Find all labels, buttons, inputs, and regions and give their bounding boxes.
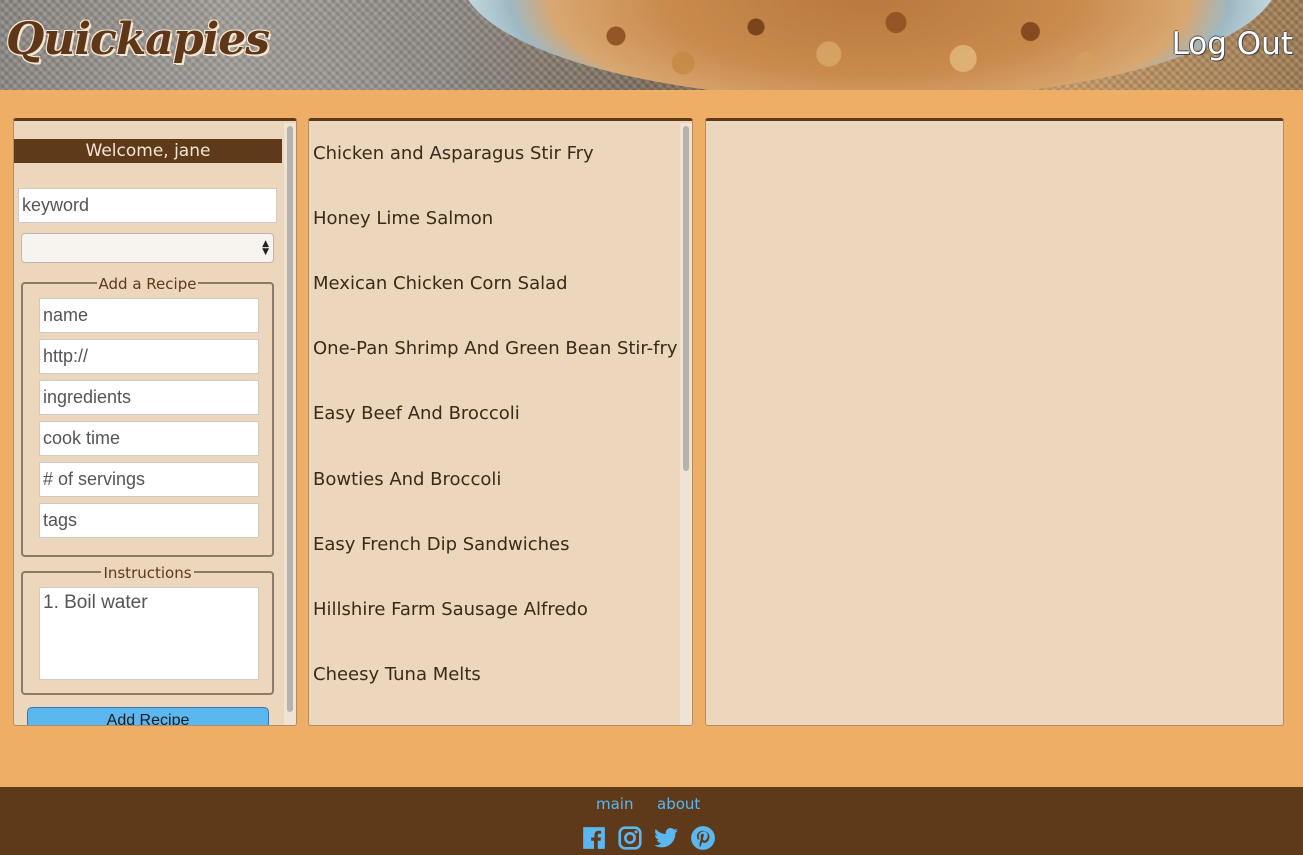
sidebar-scrollbar[interactable] xyxy=(284,123,296,725)
recipe-list-item[interactable]: Mexican Chicken Corn Salad xyxy=(313,273,568,294)
instructions-textarea[interactable]: 1. Boil water xyxy=(39,587,259,680)
recipe-list-item[interactable]: Chicken and Asparagus Stir Fry xyxy=(313,143,594,164)
recipe-list-item[interactable]: Bowties And Broccoli xyxy=(313,469,501,490)
recipe-list-item[interactable]: Easy French Dip Sandwiches xyxy=(313,534,570,555)
category-select[interactable]: ▲ ▼ xyxy=(21,233,274,263)
sidebar-panel: Welcome, jane keyword ▲ ▼ Add a Recipe na… xyxy=(13,118,297,726)
keyword-search-input[interactable]: keyword xyxy=(18,188,277,223)
footer: main about xyxy=(0,787,1303,855)
pinterest-icon[interactable] xyxy=(690,825,716,851)
add-recipe-button[interactable]: Add Recipe xyxy=(27,707,269,725)
recipe-list-scrollbar-thumb[interactable] xyxy=(683,126,689,471)
welcome-banner: Welcome, jane xyxy=(14,139,282,163)
header-banner: Quickapies Log Out xyxy=(0,0,1303,90)
add-recipe-fieldset: Add a Recipe name http:// ingredients co… xyxy=(21,275,274,557)
recipe-tags-input[interactable]: tags xyxy=(39,503,259,538)
recipe-detail-panel xyxy=(705,118,1284,726)
instagram-icon[interactable] xyxy=(617,825,643,851)
add-recipe-legend: Add a Recipe xyxy=(96,275,199,293)
recipe-list-item[interactable]: Cheesy Tuna Melts xyxy=(313,664,481,685)
recipe-url-input[interactable]: http:// xyxy=(39,339,259,374)
footer-link-main[interactable]: main xyxy=(596,795,633,813)
header-granola-image xyxy=(560,0,1120,90)
recipe-list-item[interactable]: One-Pan Shrimp And Green Bean Stir-fry xyxy=(313,338,678,359)
logout-button[interactable]: Log Out xyxy=(1172,26,1293,62)
select-arrows-icon: ▲ ▼ xyxy=(262,239,269,257)
recipe-ingredients-input[interactable]: ingredients xyxy=(39,380,259,415)
recipe-list-scrollbar[interactable] xyxy=(680,123,692,725)
sidebar-scrollbar-thumb[interactable] xyxy=(287,126,293,712)
recipe-servings-input[interactable]: # of servings xyxy=(39,462,259,497)
recipe-list-item[interactable]: Easy Beef And Broccoli xyxy=(313,403,520,424)
recipe-list-panel: Chicken and Asparagus Stir Fry Honey Lim… xyxy=(308,118,693,726)
twitter-icon[interactable] xyxy=(653,825,679,851)
recipe-list-item[interactable]: Hillshire Farm Sausage Alfredo xyxy=(313,599,588,620)
recipe-cook-time-input[interactable]: cook time xyxy=(39,421,259,456)
facebook-icon[interactable] xyxy=(581,825,607,851)
recipe-name-input[interactable]: name xyxy=(39,298,259,333)
recipe-list-item[interactable]: Honey Lime Salmon xyxy=(313,208,493,229)
instructions-legend: Instructions xyxy=(101,564,194,582)
instructions-fieldset: Instructions 1. Boil water xyxy=(21,564,274,695)
site-logo[interactable]: Quickapies xyxy=(6,14,270,65)
footer-link-about[interactable]: about xyxy=(657,795,700,813)
